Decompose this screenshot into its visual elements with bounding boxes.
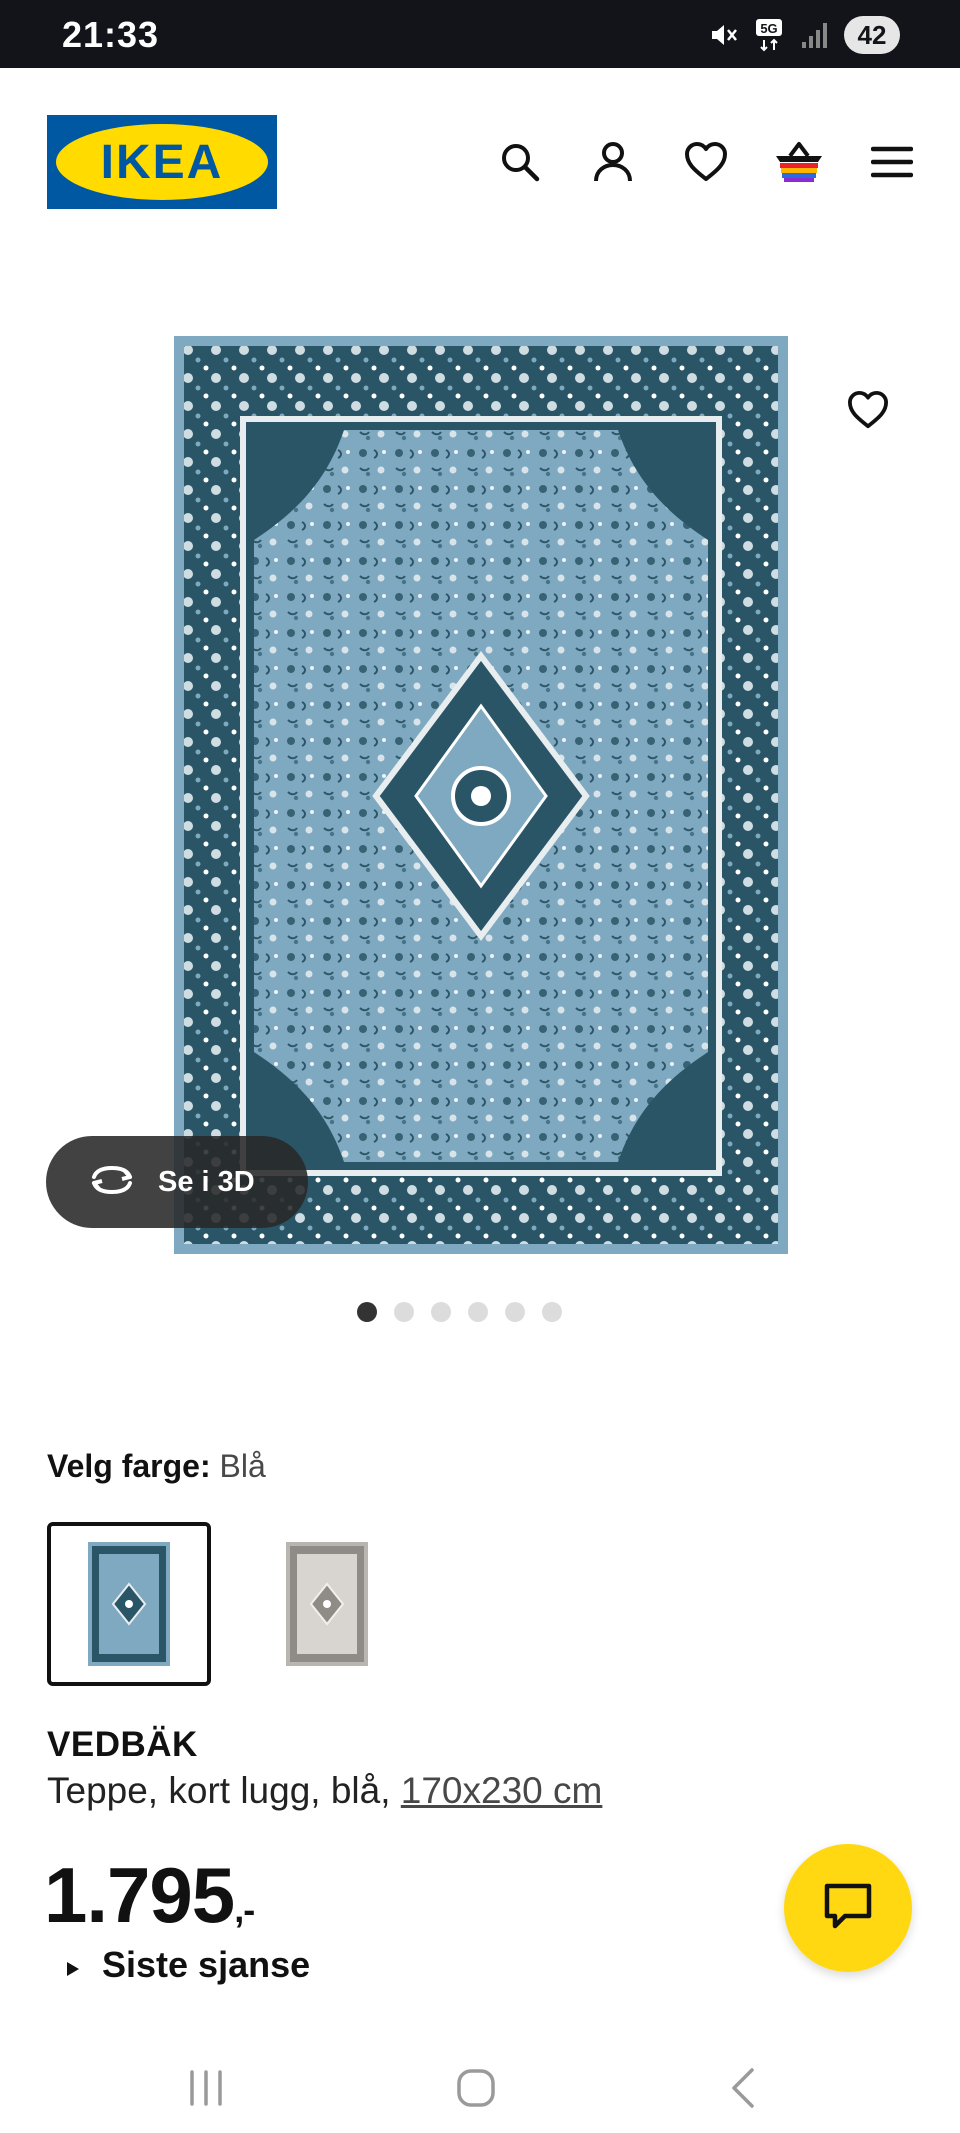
last-chance-badge: Siste sjanse: [66, 1944, 310, 1986]
triangle-bullet-icon: [66, 1944, 80, 1986]
product-image[interactable]: [174, 336, 788, 1254]
battery-indicator: 42: [844, 16, 900, 54]
product-description: Teppe, kort lugg, blå, 170x230 cm: [47, 1770, 602, 1812]
color-swatch-grey[interactable]: [245, 1522, 409, 1686]
site-header: IKEA: [0, 68, 960, 258]
chat-bubble-icon: [823, 1882, 873, 1935]
recent-apps-button[interactable]: [176, 2058, 236, 2118]
menu-icon[interactable]: [862, 132, 922, 192]
network-label: 5G: [760, 21, 777, 36]
ikea-logo[interactable]: IKEA: [47, 115, 277, 209]
color-value: Blå: [219, 1448, 266, 1484]
add-to-wishlist-button[interactable]: [840, 382, 896, 438]
product-price: 1.795,-: [44, 1850, 255, 1941]
search-icon[interactable]: [490, 132, 550, 192]
system-nav-bar: [0, 2040, 960, 2133]
price-amount: 1.795: [44, 1851, 235, 1939]
status-bar: 21:33 5G 42: [0, 0, 960, 68]
color-swatch-blue[interactable]: [47, 1522, 211, 1686]
home-button[interactable]: [446, 2058, 506, 2118]
header-icons: [490, 132, 922, 192]
product-name: VEDBÄK: [47, 1725, 198, 1764]
image-carousel-dots: [0, 1302, 960, 1322]
color-swatches: [47, 1522, 409, 1686]
view-in-3d-button[interactable]: Se i 3D: [46, 1136, 308, 1228]
carousel-dot[interactable]: [467, 1302, 488, 1322]
price-suffix: ,-: [234, 1889, 255, 1930]
carousel-dot[interactable]: [393, 1302, 414, 1322]
status-icons: 5G 42: [708, 16, 900, 54]
color-label: Velg farge:: [47, 1448, 211, 1484]
size-link[interactable]: 170x230 cm: [401, 1770, 603, 1811]
back-button[interactable]: [714, 2058, 774, 2118]
carousel-dot[interactable]: [430, 1302, 451, 1322]
basket-icon[interactable]: [769, 132, 829, 192]
signal-icon: [800, 20, 830, 50]
carousel-dot[interactable]: [541, 1302, 562, 1322]
product-description-text: Teppe, kort lugg, blå,: [47, 1770, 391, 1811]
logo-text: IKEA: [101, 136, 224, 189]
view-in-3d-label: Se i 3D: [158, 1165, 255, 1198]
network-5g-icon: 5G: [752, 18, 786, 52]
mute-icon: [708, 20, 738, 50]
last-chance-label: Siste sjanse: [102, 1944, 311, 1985]
carousel-dot[interactable]: [356, 1302, 377, 1322]
status-time: 21:33: [62, 14, 160, 55]
wishlist-heart-icon[interactable]: [676, 132, 736, 192]
color-selector-label: Velg farge: Blå: [47, 1448, 266, 1485]
chat-button[interactable]: [784, 1844, 912, 1972]
carousel-dot[interactable]: [504, 1302, 525, 1322]
account-icon[interactable]: [583, 132, 643, 192]
rotate-3d-icon: [88, 1163, 136, 1202]
